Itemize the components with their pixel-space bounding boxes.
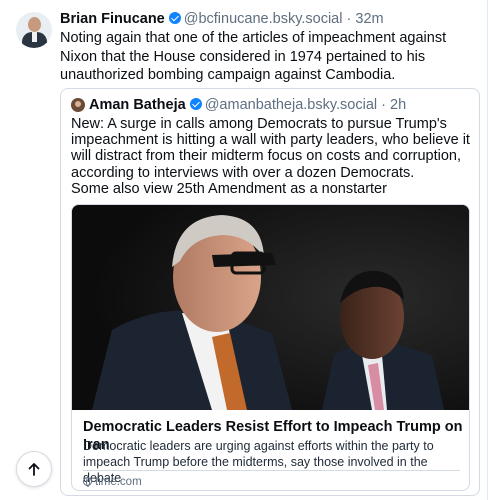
globe-icon <box>83 477 92 487</box>
quoted-post-time[interactable]: 2h <box>390 97 406 113</box>
scroll-to-top-button[interactable] <box>16 451 52 487</box>
post-header: Brian Finucane @bcfinucane.bsky.social · … <box>60 10 384 28</box>
quoted-post[interactable]: Aman Batheja @amanbatheja.bsky.social · 2… <box>60 88 480 496</box>
domain-text: time.com <box>95 476 142 488</box>
post-text: Noting again that one of the articles of… <box>60 30 447 83</box>
post-time[interactable]: 32m <box>355 11 383 27</box>
verified-badge-icon <box>189 98 202 110</box>
author-handle[interactable]: @bcfinucane.bsky.social <box>184 11 343 27</box>
link-preview-domain: time.com <box>83 475 142 489</box>
link-preview-image <box>72 205 469 410</box>
quoted-author-avatar[interactable] <box>71 98 85 112</box>
separator-dot: · <box>346 11 352 27</box>
separator-dot: · <box>381 97 387 113</box>
quoted-post-text: New: A surge in calls among Democrats to… <box>71 116 475 197</box>
divider <box>83 470 460 471</box>
quoted-post-header: Aman Batheja @amanbatheja.bsky.social · 2… <box>89 96 406 114</box>
link-preview-card[interactable]: Democratic Leaders Resist Effort to Impe… <box>71 204 470 491</box>
arrow-up-icon <box>28 463 40 476</box>
quoted-author-name[interactable]: Aman Batheja <box>89 97 186 113</box>
author-avatar[interactable] <box>16 12 52 48</box>
quoted-author-handle[interactable]: @amanbatheja.bsky.social <box>205 97 377 113</box>
post[interactable]: Brian Finucane @bcfinucane.bsky.social · … <box>0 0 488 500</box>
quoted-text-paragraph: New: A surge in calls among Democrats to… <box>71 116 470 181</box>
author-name[interactable]: Brian Finucane <box>60 11 165 27</box>
verified-badge-icon <box>168 12 181 24</box>
quoted-text-paragraph: Some also view 25th Amendment as a nonst… <box>71 180 387 197</box>
